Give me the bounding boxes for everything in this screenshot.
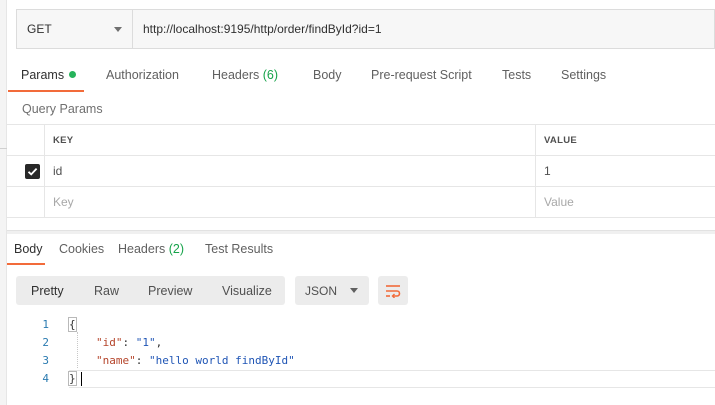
tab-headers-label: Headers bbox=[212, 68, 260, 82]
new-key-input[interactable]: Key bbox=[45, 187, 536, 217]
left-panel-divider bbox=[0, 148, 7, 149]
table-row: id 1 bbox=[7, 156, 715, 187]
query-params-title: Query Params bbox=[22, 102, 103, 116]
chevron-down-icon bbox=[350, 288, 358, 293]
line-number: 2 bbox=[42, 336, 49, 349]
format-label: JSON bbox=[305, 283, 338, 298]
line-number: 1 bbox=[42, 318, 49, 331]
row-check-cell bbox=[7, 156, 45, 186]
new-value-input[interactable]: Value bbox=[536, 187, 715, 217]
response-tabs: Body Cookies Headers (2) Test Results bbox=[0, 238, 715, 268]
format-select[interactable]: JSON bbox=[295, 276, 369, 305]
view-raw-button[interactable]: Raw bbox=[94, 284, 119, 298]
active-tab-indicator bbox=[8, 90, 84, 92]
params-active-dot-icon bbox=[69, 71, 77, 78]
code-text: { bbox=[68, 316, 77, 334]
json-sep: : bbox=[135, 354, 149, 367]
chevron-down-icon bbox=[114, 26, 122, 32]
param-key-cell[interactable]: id bbox=[45, 156, 536, 186]
tab-test-results[interactable]: Test Results bbox=[205, 242, 273, 256]
value-placeholder: Value bbox=[544, 195, 574, 209]
checkmark-icon bbox=[27, 167, 38, 176]
column-header-value: VALUE bbox=[544, 134, 577, 146]
line-number: 4 bbox=[42, 372, 49, 385]
tab-authorization[interactable]: Authorization bbox=[106, 68, 179, 82]
view-visualize-button[interactable]: Visualize bbox=[222, 284, 272, 298]
param-enabled-checkbox[interactable] bbox=[25, 164, 40, 179]
tab-tests[interactable]: Tests bbox=[502, 68, 531, 82]
tab-headers[interactable]: Headers (6) bbox=[212, 68, 278, 82]
new-row-check-cell bbox=[7, 187, 45, 217]
tab-response-headers[interactable]: Headers (2) bbox=[118, 242, 184, 256]
code-line: 2 "id": "1", bbox=[7, 334, 715, 352]
param-key: id bbox=[53, 164, 63, 178]
key-placeholder: Key bbox=[53, 195, 74, 209]
response-divider[interactable] bbox=[7, 230, 715, 234]
tab-response-headers-label: Headers bbox=[118, 242, 166, 256]
view-preview-button[interactable]: Preview bbox=[148, 284, 192, 298]
wrap-lines-icon bbox=[386, 284, 401, 298]
close-brace: } bbox=[68, 371, 77, 386]
tab-params-label: Params bbox=[21, 68, 65, 82]
method-select[interactable]: GET bbox=[17, 10, 133, 48]
left-panel-edge bbox=[0, 0, 7, 405]
json-key-name: "name" bbox=[96, 354, 136, 367]
view-pretty-button[interactable]: Pretty bbox=[31, 284, 64, 298]
text-cursor bbox=[81, 372, 82, 386]
view-mode-group: Pretty Raw Preview Visualize bbox=[16, 276, 285, 305]
code-line: 1 { bbox=[7, 316, 715, 334]
json-value-id: "1" bbox=[135, 336, 156, 349]
code-line: 4 } bbox=[7, 370, 715, 388]
wrap-lines-button[interactable] bbox=[378, 276, 408, 305]
tab-settings[interactable]: Settings bbox=[561, 68, 606, 82]
param-value: 1 bbox=[544, 164, 551, 178]
json-key-id: "id" bbox=[96, 336, 123, 349]
request-tabs: Params Authorization Headers (6) Body Pr… bbox=[0, 62, 715, 92]
code-text: "name": "hello world findById" bbox=[96, 352, 295, 370]
code-line: 3 "name": "hello world findById" bbox=[7, 352, 715, 370]
active-response-tab-indicator bbox=[7, 263, 45, 265]
header-check-cell bbox=[7, 125, 45, 155]
column-header-key: KEY bbox=[45, 125, 536, 155]
param-value-cell[interactable]: 1 bbox=[536, 156, 715, 186]
code-text: } bbox=[68, 370, 77, 388]
response-body-editor[interactable]: 1 { 2 "id": "1", 3 "name": "hello world … bbox=[7, 314, 715, 394]
json-comma: , bbox=[155, 336, 163, 349]
table-header-row: KEY VALUE bbox=[7, 125, 715, 156]
query-params-table: KEY VALUE id 1 Key Value bbox=[7, 124, 715, 218]
tab-params[interactable]: Params bbox=[21, 68, 77, 82]
tab-response-cookies[interactable]: Cookies bbox=[59, 242, 104, 256]
headers-count: (6) bbox=[262, 68, 279, 82]
tab-pre-request-script[interactable]: Pre-request Script bbox=[371, 68, 472, 82]
response-headers-count: (2) bbox=[168, 242, 185, 256]
json-value-name: "hello world findById" bbox=[149, 354, 295, 367]
code-text: "id": "1", bbox=[96, 334, 162, 352]
line-number: 3 bbox=[42, 354, 49, 367]
url-input[interactable] bbox=[133, 10, 714, 48]
request-url-bar: GET bbox=[16, 9, 715, 49]
tab-body[interactable]: Body bbox=[313, 68, 342, 82]
method-label: GET bbox=[27, 22, 52, 36]
json-sep: : bbox=[122, 336, 136, 349]
tab-response-body[interactable]: Body bbox=[14, 242, 43, 256]
table-row-new: Key Value bbox=[7, 187, 715, 218]
open-brace: { bbox=[68, 317, 77, 332]
